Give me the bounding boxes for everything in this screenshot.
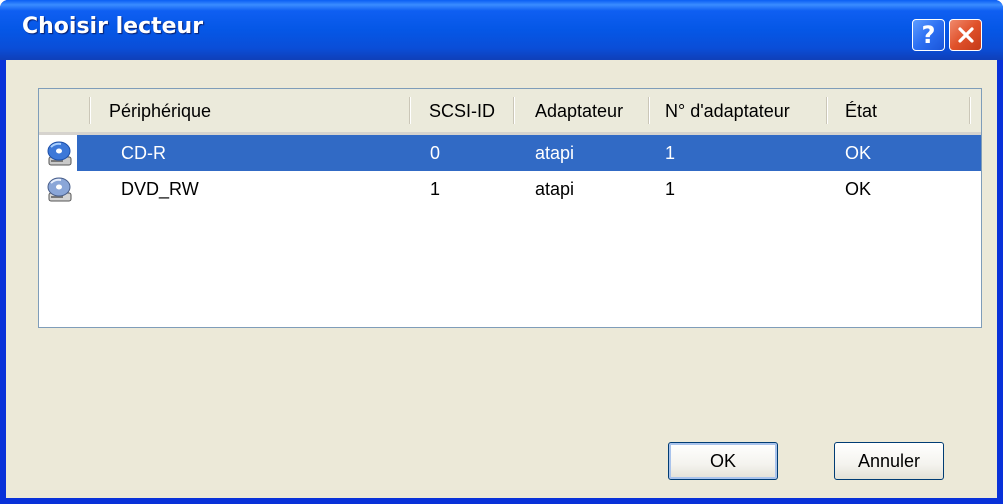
list-item[interactable]: DVD_RW 1 atapi 1 OK <box>39 171 981 207</box>
list-item[interactable]: CD-R 0 atapi 1 OK <box>39 135 981 171</box>
scsi-id: 0 <box>430 143 441 163</box>
adapter: atapi <box>535 179 575 199</box>
close-button[interactable] <box>949 19 982 51</box>
dialog-window: Choisir lecteur ? Périphérique SCSI-ID A… <box>0 0 1003 504</box>
adapter-number: 1 <box>665 143 676 163</box>
header-separator[interactable] <box>826 97 828 124</box>
column-header-device[interactable]: Périphérique <box>109 89 211 132</box>
header-separator[interactable] <box>648 97 650 124</box>
window-title: Choisir lecteur <box>22 14 204 39</box>
drive-list[interactable]: Périphérique SCSI-ID Adaptateur N° d'ada… <box>38 88 982 328</box>
adapter: atapi <box>535 143 575 163</box>
column-header-adapter-no[interactable]: N° d'adaptateur <box>665 89 790 132</box>
help-button[interactable]: ? <box>912 19 945 51</box>
header-separator[interactable] <box>409 97 411 124</box>
device-name: DVD_RW <box>121 179 199 199</box>
window-frame-bottom <box>0 498 1003 504</box>
help-icon: ? <box>921 21 936 49</box>
close-icon <box>957 27 974 43</box>
optical-drive-icon <box>47 141 72 166</box>
column-header-state[interactable]: État <box>845 89 877 132</box>
column-header-scsi-id[interactable]: SCSI-ID <box>429 89 495 132</box>
column-header-adapter[interactable]: Adaptateur <box>535 89 623 132</box>
header-separator[interactable] <box>969 97 971 124</box>
scsi-id: 1 <box>430 179 441 199</box>
title-bar[interactable]: Choisir lecteur ? <box>0 0 1003 60</box>
cancel-button[interactable]: Annuler <box>834 442 944 480</box>
header-separator[interactable] <box>513 97 515 124</box>
ok-button[interactable]: OK <box>668 442 778 480</box>
state: OK <box>845 143 872 163</box>
list-header: Périphérique SCSI-ID Adaptateur N° d'ada… <box>39 89 981 135</box>
dialog-body: Périphérique SCSI-ID Adaptateur N° d'ada… <box>6 60 997 504</box>
state: OK <box>845 179 872 199</box>
adapter-number: 1 <box>665 179 676 199</box>
device-name: CD-R <box>121 143 166 163</box>
optical-drive-icon <box>47 177 72 202</box>
header-separator[interactable] <box>89 97 91 124</box>
